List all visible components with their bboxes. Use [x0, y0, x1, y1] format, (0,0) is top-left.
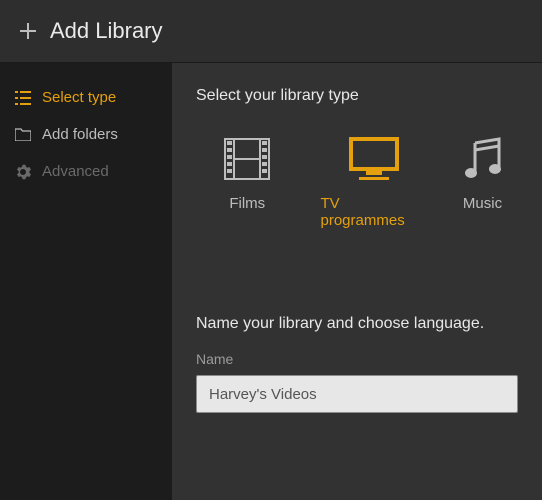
library-type-options: Films TV programmes: [194, 135, 518, 229]
add-library-dialog: Add Library Select type Add folders Adva…: [0, 0, 542, 500]
type-label: Music: [463, 195, 502, 212]
sidebar-item-select-type[interactable]: Select type: [0, 79, 172, 116]
music-icon: [463, 135, 503, 183]
type-label: TV programmes: [321, 195, 428, 229]
list-icon: [14, 91, 32, 105]
gear-icon: [14, 164, 32, 180]
sidebar: Select type Add folders Advanced: [0, 63, 172, 500]
library-name-input[interactable]: [196, 375, 518, 413]
tv-icon: [349, 135, 399, 183]
folder-icon: [14, 128, 32, 141]
name-field-label: Name: [196, 351, 518, 367]
select-type-prompt: Select your library type: [196, 87, 518, 105]
type-films[interactable]: Films: [194, 135, 301, 229]
sidebar-item-label: Advanced: [42, 163, 109, 180]
titlebar: Add Library: [0, 0, 542, 63]
sidebar-item-advanced: Advanced: [0, 153, 172, 190]
type-music[interactable]: Music: [447, 135, 518, 229]
name-language-prompt: Name your library and choose language.: [196, 315, 518, 333]
type-tv-programmes[interactable]: TV programmes: [321, 135, 428, 229]
type-label: Films: [229, 195, 265, 212]
sidebar-item-label: Select type: [42, 89, 116, 106]
plus-icon: [18, 21, 38, 41]
dialog-title: Add Library: [50, 18, 163, 44]
film-icon: [224, 135, 270, 183]
sidebar-item-add-folders[interactable]: Add folders: [0, 116, 172, 153]
main-panel: Select your library type: [172, 63, 542, 500]
sidebar-item-label: Add folders: [42, 126, 118, 143]
